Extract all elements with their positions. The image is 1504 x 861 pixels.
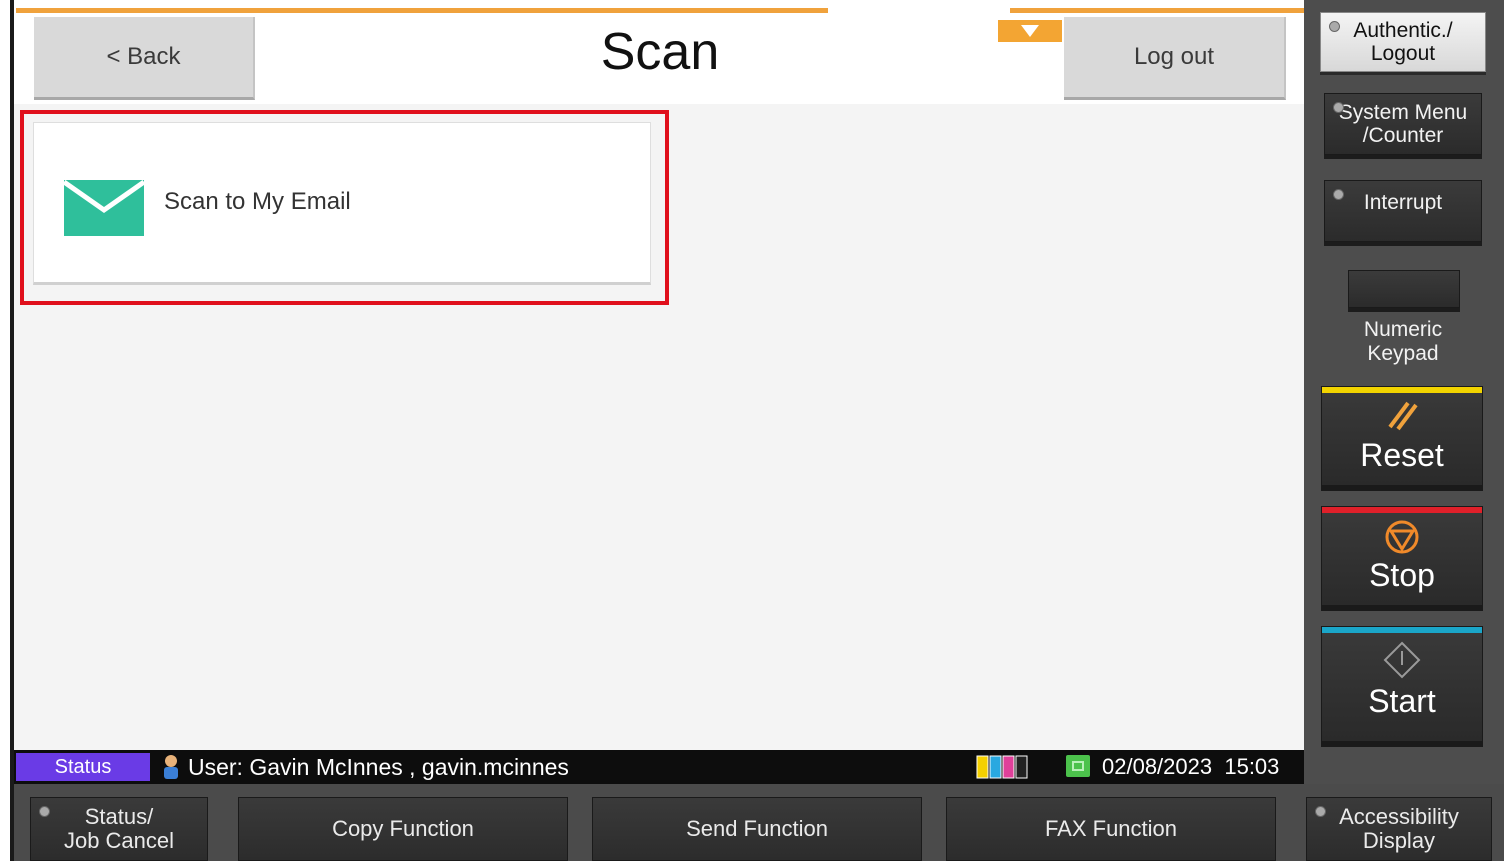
led-indicator <box>1329 21 1340 32</box>
fax-function-button[interactable]: FAX Function <box>946 797 1276 861</box>
led-indicator <box>1315 806 1326 817</box>
numeric-keypad-button[interactable] <box>1348 270 1460 308</box>
stop-color-bar <box>1322 507 1482 513</box>
back-button[interactable]: < Back <box>34 17 255 100</box>
header-accent-line-left <box>16 8 828 13</box>
time-text: 15:03 <box>1224 754 1280 779</box>
chevron-down-icon <box>1021 25 1039 37</box>
interrupt-label: Interrupt <box>1363 191 1443 214</box>
authentic-logout-label: Authentic./ Logout <box>1353 19 1453 65</box>
led-indicator <box>1333 189 1344 200</box>
accessibility-display-label: Accessibility Display <box>1339 804 1459 853</box>
led-indicator <box>39 806 50 817</box>
reset-icon <box>1388 401 1418 431</box>
authentic-logout-button[interactable]: Authentic./ Logout <box>1320 12 1486 72</box>
logout-button[interactable]: Log out <box>1064 17 1286 100</box>
user-icon <box>164 755 178 779</box>
led-indicator <box>1333 102 1344 113</box>
start-icon <box>1383 641 1421 679</box>
stop-icon <box>1385 520 1419 554</box>
status-job-cancel-label: Status/ Job Cancel <box>63 804 175 853</box>
selection-highlight <box>20 110 669 305</box>
stop-label: Stop <box>1369 557 1435 593</box>
accessibility-display-button[interactable]: Accessibility Display <box>1306 797 1492 861</box>
start-color-bar <box>1322 627 1482 633</box>
network-status-icon <box>1066 755 1090 777</box>
interrupt-button[interactable]: Interrupt <box>1324 180 1482 242</box>
date-text: 02/08/2023 <box>1102 754 1213 779</box>
reset-label: Reset <box>1360 437 1444 473</box>
date-time: 02/08/2023 15:03 <box>1102 754 1279 780</box>
page-title: Scan <box>600 23 720 81</box>
copy-function-button[interactable]: Copy Function <box>238 797 568 861</box>
system-menu-counter-button[interactable]: System Menu /Counter <box>1324 93 1482 155</box>
numeric-keypad-label: Numeric Keypad <box>1363 318 1443 365</box>
expand-tab[interactable] <box>998 20 1062 42</box>
reset-color-bar <box>1322 387 1482 393</box>
stop-button[interactable]: Stop <box>1321 506 1483 606</box>
header-accent-line-right <box>1010 8 1304 13</box>
send-function-button[interactable]: Send Function <box>592 797 922 861</box>
screen: < Back Scan Log out Scan to My Email Sta… <box>0 0 1504 861</box>
status-tab[interactable]: Status <box>16 753 150 781</box>
reset-button[interactable]: Reset <box>1321 386 1483 486</box>
start-button[interactable]: Start <box>1321 626 1483 742</box>
system-menu-label: System Menu /Counter <box>1338 101 1468 147</box>
status-job-cancel-button[interactable]: Status/ Job Cancel <box>30 797 208 861</box>
current-user-text: User: Gavin McInnes , gavin.mcinnes <box>188 754 569 780</box>
toner-level-icon <box>976 755 1028 779</box>
start-label: Start <box>1368 683 1436 719</box>
